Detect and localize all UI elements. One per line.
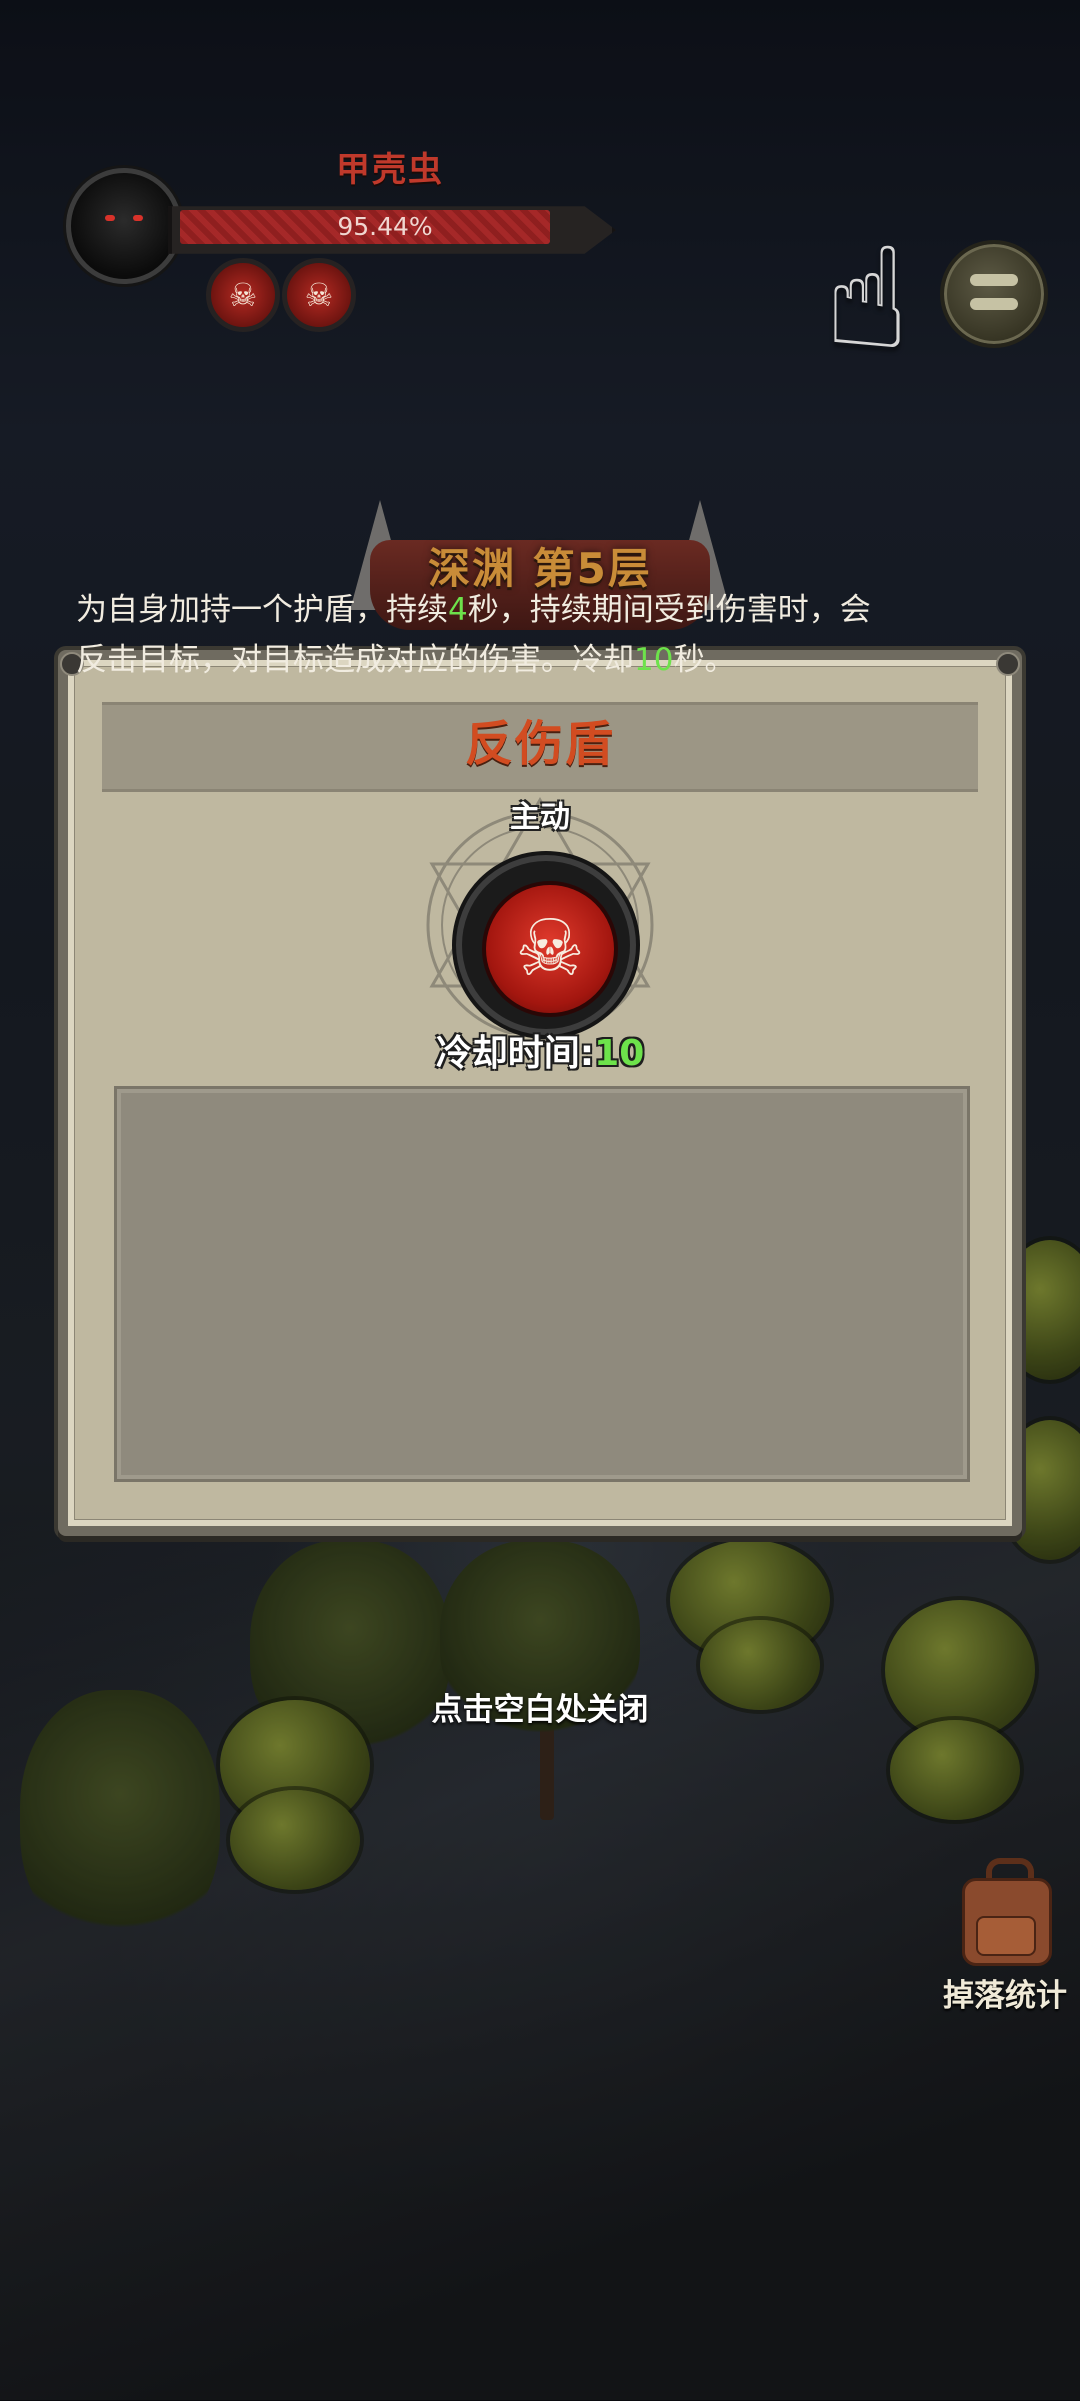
skill-title: 反伤盾: [464, 716, 615, 772]
boss-hp-percent: 95.44%: [337, 212, 433, 241]
cooldown-label: 冷却时间:: [435, 1033, 595, 1074]
menu-button[interactable]: [940, 240, 1048, 348]
skill-icon-frame: ☠: [456, 855, 636, 1035]
boss-skill-skull-icon[interactable]: ☠: [282, 258, 356, 332]
cooldown-value: 10: [594, 1033, 645, 1074]
duration-value: 4: [448, 592, 468, 628]
cooldown-text: 冷却时间:10: [340, 1024, 740, 1076]
cooldown-highlight: 10: [634, 642, 674, 678]
boss-name: 甲壳虫: [336, 150, 444, 190]
boss-avatar: [66, 168, 182, 284]
skill-info-dialog: 反伤盾 主动 ☠ 冷却时间:10: [58, 650, 1022, 1536]
skill-description: 为自身加持一个护盾，持续4秒，持续期间受到伤害时，会反击目标，对目标造成对应的伤…: [76, 592, 871, 678]
skull-icon: ☠: [482, 881, 618, 1017]
close-hint[interactable]: 点击空白处关闭: [340, 1684, 740, 1729]
backpack-icon[interactable]: [958, 1858, 1052, 1966]
pointing-hand-icon: ☝: [824, 218, 910, 381]
description-box: [114, 1086, 970, 1482]
skill-type-label: 主动: [510, 800, 570, 835]
corner-screw-icon: [996, 652, 1020, 676]
boss-skill-skull-icon[interactable]: ☠: [206, 258, 280, 332]
drop-stats-button[interactable]: 掉落统计: [930, 1970, 1080, 2015]
